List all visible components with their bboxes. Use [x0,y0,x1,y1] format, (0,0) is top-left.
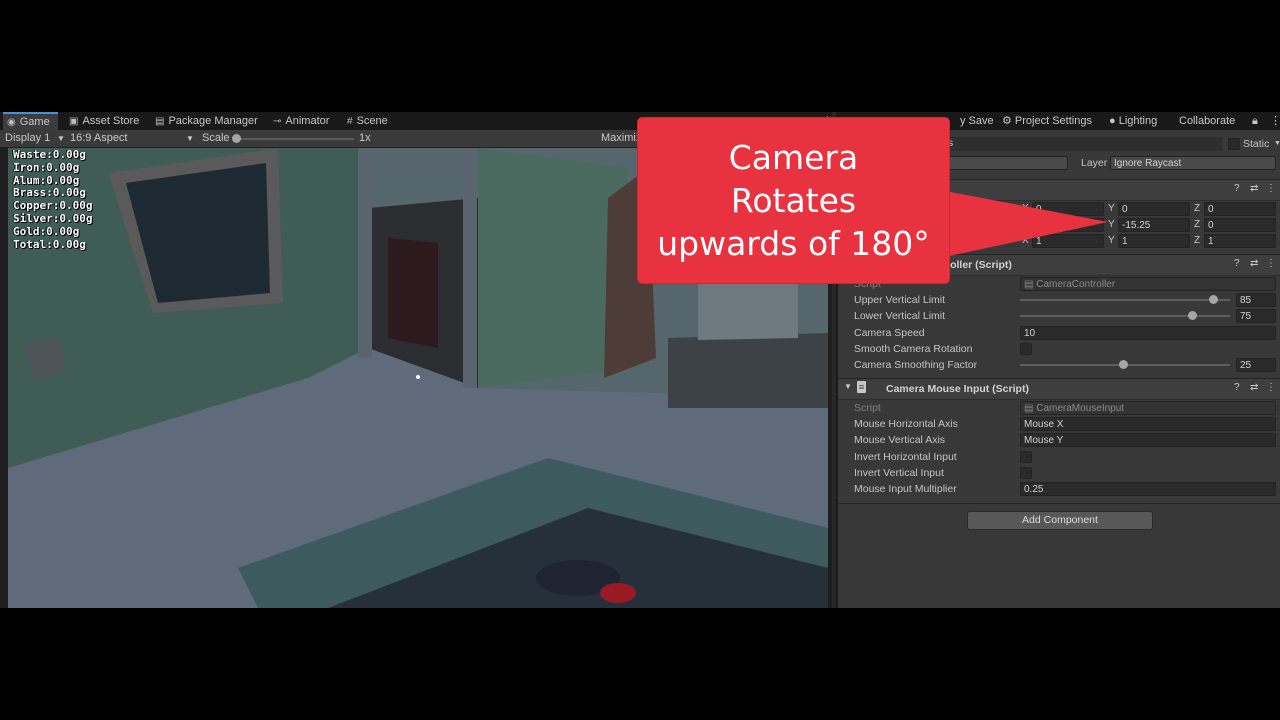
invert-horizontal-checkbox[interactable] [1020,451,1032,463]
tab-lighting[interactable]: ● Lighting [1109,112,1157,131]
scale-x-field[interactable]: 1 [1032,234,1104,248]
hud-total: Total:0.00g [13,237,86,251]
package-icon: ▤ [155,116,165,127]
rotation-y-field[interactable]: -15.25 [1118,218,1190,232]
component-menu-icon[interactable]: ⋮ [1266,183,1276,194]
multiplier-row: Mouse Input Multiplier 0.25 [838,481,1280,497]
help-icon[interactable]: ? [1234,258,1240,269]
script-file-icon: ▤ [1024,403,1037,414]
foldout-arrow-icon[interactable]: ▼ [844,382,852,391]
lower-limit-slider[interactable] [1020,315,1230,317]
component-menu-icon[interactable]: ⋮ [1266,382,1276,393]
upper-limit-field[interactable]: 85 [1236,293,1276,307]
scale-slider-handle[interactable] [232,134,241,143]
vertical-axis-field[interactable]: Mouse Y [1020,433,1276,447]
scale-z-field[interactable]: 1 [1204,234,1276,248]
upper-limit-slider[interactable] [1020,299,1230,301]
camera-controller-title: roller (Script) [946,259,1012,271]
upper-limit-slider-handle[interactable] [1209,295,1219,304]
lower-limit-field[interactable]: 75 [1236,309,1276,323]
rotation-x-field[interactable]: 15.75 [1032,218,1104,232]
rotation-z-field[interactable]: 0 [1204,218,1276,232]
animator-icon: ⊸ [273,116,282,127]
scale-label: Scale [202,132,230,144]
bulb-icon: ● [1109,115,1119,127]
inspector-menu-icon[interactable]: ⋮ [1270,112,1280,131]
invert-vertical-row: Invert Vertical Input [838,465,1280,481]
settings-icon[interactable]: ⇄ [1250,258,1258,269]
settings-icon[interactable]: ⇄ [1250,183,1258,194]
lower-vertical-limit-row: Lower Vertical Limit 75 [838,308,1280,324]
static-dropdown-icon[interactable]: ▼ [1274,136,1280,152]
tab-save[interactable]: y Save [960,112,994,131]
invert-horizontal-row: Invert Horizontal Input [838,449,1280,465]
smoothing-factor-row: Camera Smoothing Factor 25 [838,357,1280,373]
help-icon[interactable]: ? [1234,183,1240,194]
divider [838,503,1280,504]
tab-game[interactable]: ◉ Game [3,112,58,130]
lock-icon[interactable]: 🔒︎ [1252,112,1258,131]
camera-speed-field[interactable]: 10 [1020,326,1276,340]
component-menu-icon[interactable]: ⋮ [1266,258,1276,269]
smoothing-factor-field[interactable]: 25 [1236,358,1276,372]
tag-dropdown[interactable] [934,156,1068,170]
static-label: Static [1243,138,1270,150]
camera-mouse-input-title: Camera Mouse Input (Script) [886,383,1029,395]
position-x-field[interactable]: 0 [1032,202,1104,216]
cmi-script-row: Script ▤ CameraMouseInput [838,400,1280,416]
bag-icon: ▣ [69,116,79,127]
display-dropdown-arrow-icon: ▼ [57,134,65,143]
upper-vertical-limit-row: Upper Vertical Limit 85 [838,292,1280,308]
tab-scene[interactable]: # Scene [347,112,388,130]
tab-package-manager[interactable]: ▤ Package Manager [155,112,258,130]
display-dropdown[interactable]: Display 1 [5,130,50,147]
hud-gold: Gold:0.00g [13,224,80,238]
grid-icon: # [347,116,353,127]
vertical-axis-row: Mouse Vertical Axis Mouse Y [838,432,1280,448]
hud-silver: Silver:0.00g [13,211,93,225]
position-z-field[interactable]: 0 [1204,202,1276,216]
smooth-rotation-checkbox[interactable] [1020,343,1032,355]
aspect-dropdown-arrow-icon: ▼ [186,134,194,143]
hud-iron: Iron:0.00g [13,160,80,174]
maximize-toggle[interactable]: Maximiz [601,130,641,147]
hud-waste: Waste:0.00g [13,148,86,161]
object-name-field[interactable]: rols [934,137,1222,151]
position-y-field[interactable]: 0 [1118,202,1190,216]
add-component-button[interactable]: Add Component [967,511,1153,530]
scale-y-field[interactable]: 1 [1118,234,1190,248]
help-icon[interactable]: ? [1234,382,1240,393]
scale-slider[interactable] [236,138,354,140]
camera-speed-row: Camera Speed 10 [838,325,1280,341]
horizontal-axis-row: Mouse Horizontal Axis Mouse X [838,416,1280,432]
callout-text: Camera Rotates upwards of 180° [657,138,930,263]
tab-asset-store[interactable]: ▣ Asset Store [69,112,139,130]
multiplier-field[interactable]: 0.25 [1020,482,1276,496]
layer-dropdown[interactable]: Ignore Raycast [1110,156,1276,170]
scale-value: 1x [359,132,371,144]
tab-animator[interactable]: ⊸ Animator [273,112,329,130]
settings-icon[interactable]: ⇄ [1250,382,1258,393]
cmi-script-field: ▤ CameraMouseInput [1020,401,1276,415]
script-file-icon: ▤ [1024,279,1037,290]
lower-limit-slider-handle[interactable] [1188,311,1198,320]
resource-hud: Waste:0.00g Iron:0.00g Alum:0.00g Brass:… [13,148,93,251]
aspect-dropdown[interactable]: 16:9 Aspect [70,130,128,147]
camera-mouse-input-header[interactable]: ▼ ≡ Camera Mouse Input (Script) ? ⇄ ⋮ [838,378,1280,400]
layer-label: Layer [1081,157,1108,169]
gear-icon: ⚙ [1002,115,1015,127]
cc-script-field: ▤ CameraController [1020,277,1276,291]
gamepad-icon: ◉ [7,117,16,128]
horizontal-axis-field[interactable]: Mouse X [1020,417,1276,431]
smooth-rotation-row: Smooth Camera Rotation [838,341,1280,357]
static-checkbox[interactable] [1228,138,1240,150]
smoothing-factor-slider-handle[interactable] [1118,360,1128,369]
tab-project-settings[interactable]: ⚙ Project Settings [1002,112,1092,131]
invert-vertical-checkbox[interactable] [1020,467,1032,479]
script-icon: ≡ [857,381,866,393]
tab-collaborate[interactable]: Collaborate [1179,112,1235,131]
